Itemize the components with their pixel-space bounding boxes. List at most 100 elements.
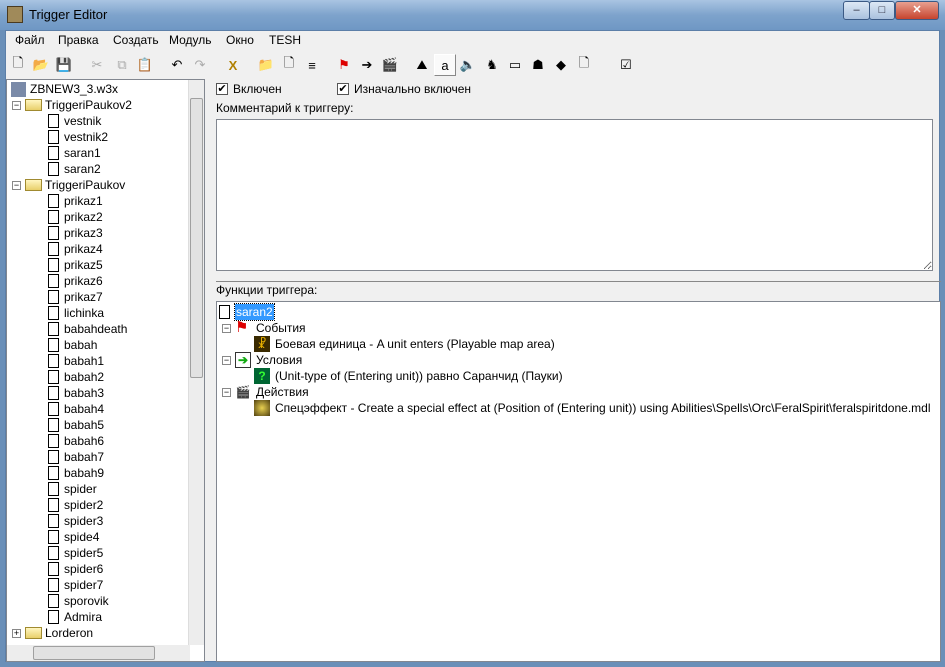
- tree-trigger-item[interactable]: spider: [48, 481, 97, 497]
- collapse-icon[interactable]: −: [12, 100, 21, 110]
- minimize-button[interactable]: –: [843, 1, 870, 20]
- tree-trigger-item[interactable]: spide4: [48, 529, 99, 545]
- new-comment-icon[interactable]: ≡: [301, 54, 323, 76]
- undo-icon[interactable]: ↶: [166, 54, 188, 76]
- new-trigger-icon[interactable]: 🗋: [278, 54, 300, 76]
- tree-trigger-item[interactable]: Admira: [48, 609, 102, 625]
- scrollbar-thumb[interactable]: [190, 98, 203, 378]
- tree-trigger-item[interactable]: babah2: [48, 369, 104, 385]
- tree-trigger-item[interactable]: prikaz7: [48, 289, 103, 305]
- expand-icon[interactable]: +: [12, 628, 21, 638]
- menu-5[interactable]: TESH: [269, 33, 301, 47]
- tree-trigger-item[interactable]: prikaz2: [48, 209, 103, 225]
- new-category-icon[interactable]: 📁: [255, 54, 277, 76]
- new-icon[interactable]: 🗋: [7, 54, 29, 76]
- trigger-name: prikaz7: [64, 290, 103, 304]
- tree-trigger-item[interactable]: babah5: [48, 417, 104, 433]
- trigger-name: babah7: [64, 450, 105, 464]
- collapse-icon[interactable]: −: [222, 355, 231, 365]
- trigger-icon: [48, 434, 59, 448]
- tree-trigger-item[interactable]: lichinka: [48, 305, 104, 321]
- tree-trigger-item[interactable]: babah3: [48, 385, 104, 401]
- tree-trigger-item[interactable]: sporovik: [48, 593, 109, 609]
- menu-0[interactable]: Файл: [15, 33, 45, 47]
- tree-trigger-item[interactable]: babah6: [48, 433, 104, 449]
- tree-trigger-item[interactable]: saran1: [48, 145, 101, 161]
- object-manager-icon[interactable]: ◆: [550, 54, 572, 76]
- tree-trigger-item[interactable]: saran2: [48, 161, 101, 177]
- enabled-checkbox[interactable]: ✔ Включен: [216, 82, 282, 96]
- open-icon[interactable]: 📂: [30, 54, 52, 76]
- tree-trigger-item[interactable]: prikaz5: [48, 257, 103, 273]
- event-item[interactable]: ☧ Боевая единица - A unit enters (Playabl…: [254, 336, 555, 352]
- collapse-icon[interactable]: −: [12, 180, 21, 190]
- delete-icon[interactable]: X: [222, 54, 244, 76]
- tree-trigger-item[interactable]: spider5: [48, 545, 103, 561]
- cut-icon[interactable]: ✂: [86, 54, 108, 76]
- trigger-editor-icon[interactable]: a: [434, 54, 456, 76]
- paste-icon[interactable]: 📋: [134, 54, 156, 76]
- folder-icon: [25, 627, 42, 639]
- close-button[interactable]: ✕: [895, 1, 939, 20]
- collapse-icon[interactable]: −: [222, 323, 231, 333]
- tree-trigger-item[interactable]: spider6: [48, 561, 103, 577]
- campaign-editor-icon[interactable]: ▭: [504, 54, 526, 76]
- initially-on-label: Изначально включен: [354, 82, 472, 96]
- tree-trigger-item[interactable]: prikaz6: [48, 273, 103, 289]
- menu-1[interactable]: Правка: [58, 33, 99, 47]
- events-node[interactable]: − ⚑ События: [222, 320, 306, 336]
- condition-item[interactable]: ? (Unit-type of (Entering unit)) равно Са…: [254, 368, 563, 384]
- save-icon[interactable]: 💾: [53, 54, 75, 76]
- tree-trigger-item[interactable]: spider7: [48, 577, 103, 593]
- event-text: Боевая единица - A unit enters (Playable…: [275, 337, 555, 351]
- trigger-icon: [48, 546, 59, 560]
- maximize-button[interactable]: □: [869, 1, 895, 20]
- tree-trigger-item[interactable]: babah: [48, 337, 97, 353]
- menu-3[interactable]: Модуль: [169, 33, 212, 47]
- tree-trigger-item[interactable]: babahdeath: [48, 321, 127, 337]
- trigger-tree[interactable]: ZBNEW3_3.w3x − TriggeriPaukov2 vestnik vestn…: [6, 79, 205, 662]
- tree-trigger-item[interactable]: prikaz4: [48, 241, 103, 257]
- tree-trigger-item[interactable]: babah1: [48, 353, 104, 369]
- new-action-icon[interactable]: 🎬: [379, 54, 401, 76]
- menu-4[interactable]: Окно: [226, 33, 254, 47]
- tree-map-root[interactable]: ZBNEW3_3.w3x: [11, 81, 118, 97]
- trigger-functions-tree[interactable]: saran2 − ⚑ События ☧ Боевая единица - A uni…: [216, 301, 941, 662]
- ai-editor-icon[interactable]: ☗: [527, 54, 549, 76]
- sound-editor-icon[interactable]: 🔈: [457, 54, 479, 76]
- scrollbar-thumb[interactable]: [33, 646, 155, 660]
- collapse-icon[interactable]: −: [222, 387, 231, 397]
- tree-trigger-item[interactable]: vestnik: [48, 113, 101, 129]
- tree-trigger-item[interactable]: babah7: [48, 449, 104, 465]
- tree-trigger-item[interactable]: babah4: [48, 401, 104, 417]
- tree-trigger-item[interactable]: vestnik2: [48, 129, 108, 145]
- tree-trigger-item[interactable]: babah9: [48, 465, 104, 481]
- tree-trigger-item[interactable]: spider3: [48, 513, 103, 529]
- tree-category[interactable]: + Lorderon: [12, 625, 93, 641]
- comment-textarea[interactable]: [216, 119, 933, 271]
- object-editor-icon[interactable]: ♞: [481, 54, 503, 76]
- window-title: Trigger Editor: [29, 7, 108, 22]
- initially-on-checkbox[interactable]: ✔ Изначально включен: [337, 82, 471, 96]
- terrain-editor-icon[interactable]: ⛰: [411, 54, 433, 76]
- tree-trigger-item[interactable]: prikaz3: [48, 225, 103, 241]
- new-event-icon[interactable]: ⚑: [333, 54, 355, 76]
- menu-2[interactable]: Создать: [113, 33, 159, 47]
- tree-category[interactable]: − TriggeriPaukov: [12, 177, 125, 193]
- tree-trigger-item[interactable]: prikaz1: [48, 193, 103, 209]
- action-text: Спецэффект - Create a special effect at …: [275, 401, 931, 415]
- actions-node[interactable]: − 🎬 Действия: [222, 384, 309, 400]
- tree-vertical-scrollbar[interactable]: [188, 80, 204, 645]
- redo-icon[interactable]: ↷: [189, 54, 211, 76]
- conditions-node[interactable]: − ➔ Условия: [222, 352, 302, 368]
- import-manager-icon[interactable]: 🗋: [573, 54, 595, 76]
- trigger-root[interactable]: saran2: [219, 303, 275, 321]
- test-map-icon[interactable]: ☑: [615, 54, 637, 76]
- action-item[interactable]: Спецэффект - Create a special effect at …: [254, 400, 931, 416]
- new-condition-icon[interactable]: ➔: [356, 54, 378, 76]
- tree-trigger-item[interactable]: spider2: [48, 497, 103, 513]
- trigger-icon: [48, 322, 59, 336]
- copy-icon[interactable]: ⧉: [111, 54, 133, 76]
- tree-horizontal-scrollbar[interactable]: [7, 645, 190, 661]
- tree-category[interactable]: − TriggeriPaukov2: [12, 97, 132, 113]
